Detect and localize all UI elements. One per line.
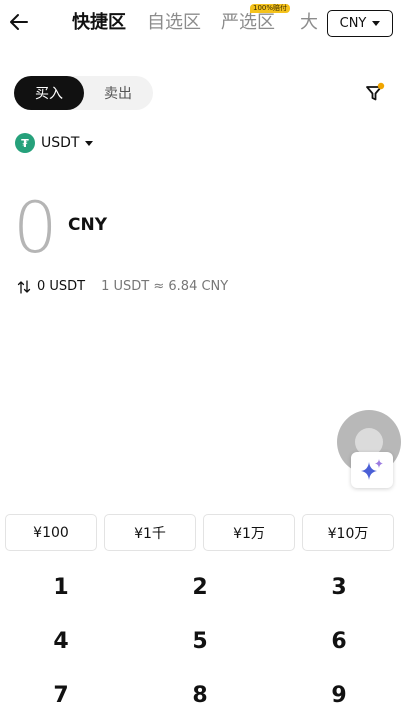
keypad-key-9[interactable]: 9 [279, 673, 399, 717]
tab-strict-zone[interactable]: 严选区 [221, 12, 275, 34]
quick-amount-100k[interactable]: ¥10万 [302, 514, 394, 551]
filter-icon[interactable] [364, 82, 386, 104]
sell-tab[interactable]: 卖出 [83, 76, 153, 110]
back-arrow-icon[interactable] [8, 11, 30, 33]
keypad-key-3[interactable]: 3 [279, 565, 399, 609]
guarantee-badge: 100%赔付 [250, 4, 291, 13]
tab-large-zone[interactable]: 大 [300, 12, 318, 34]
tether-icon: ₮ [15, 133, 35, 153]
amount-unit: CNY [68, 215, 108, 235]
quick-amount-10k[interactable]: ¥1万 [203, 514, 295, 551]
asset-symbol: USDT [41, 135, 80, 151]
asset-selector[interactable]: ₮ USDT [15, 133, 94, 153]
keypad-key-8[interactable]: 8 [140, 673, 260, 717]
sparkle-icon [361, 459, 383, 480]
keypad-key-6[interactable]: 6 [279, 619, 399, 663]
keypad-key-4[interactable]: 4 [1, 619, 121, 663]
ai-assistant-button[interactable] [351, 452, 393, 488]
currency-select[interactable]: CNY [327, 10, 393, 37]
crypto-amount: 0 USDT [37, 279, 86, 294]
swap-arrows-icon[interactable] [17, 279, 31, 294]
keypad-key-5[interactable]: 5 [140, 619, 260, 663]
keypad-key-7[interactable]: 7 [1, 673, 121, 717]
tab-watchlist-zone[interactable]: 自选区 [147, 12, 201, 34]
keypad-key-2[interactable]: 2 [140, 565, 260, 609]
quick-amount-100[interactable]: ¥100 [5, 514, 97, 551]
buy-sell-toggle: 买入 卖出 [14, 76, 153, 110]
keypad-key-1[interactable]: 1 [1, 565, 121, 609]
top-bar: 快捷区 自选区 严选区 100%赔付 大 CNY [0, 0, 403, 48]
conversion-row: 0 USDT 1 USDT ≈ 6.84 CNY [17, 279, 228, 294]
quick-amount-1k[interactable]: ¥1千 [104, 514, 196, 551]
currency-select-label: CNY [339, 16, 367, 31]
chevron-down-icon [372, 21, 381, 26]
buy-tab[interactable]: 买入 [14, 76, 84, 110]
amount-input[interactable]: 0 [13, 186, 58, 270]
chevron-down-icon [85, 140, 94, 146]
exchange-rate: 1 USDT ≈ 6.84 CNY [101, 279, 229, 294]
tab-quick-zone[interactable]: 快捷区 [72, 12, 126, 34]
